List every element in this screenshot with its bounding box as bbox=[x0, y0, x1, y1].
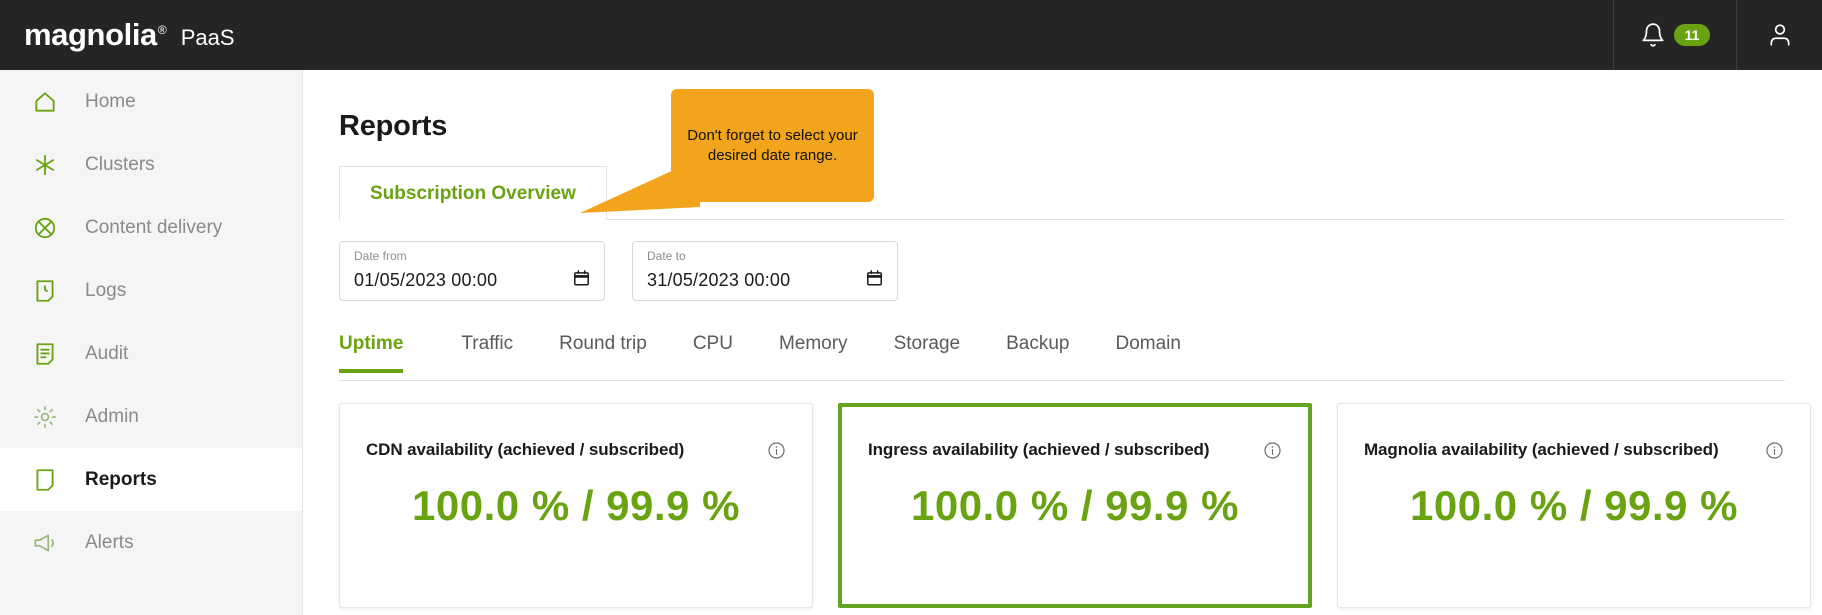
tab-memory[interactable]: Memory bbox=[756, 333, 871, 372]
calendar-icon[interactable] bbox=[865, 268, 884, 288]
sidebar-item-reports[interactable]: Reports bbox=[0, 448, 302, 511]
sidebar-item-label: Alerts bbox=[85, 531, 134, 553]
metric-card-cdn-availability: CDN availability (achieved / subscribed)… bbox=[339, 403, 813, 608]
card-value: 100.0 % / 99.9 % bbox=[911, 482, 1239, 529]
notification-count-badge: 11 bbox=[1673, 23, 1711, 47]
metric-tab-bar: Uptime Traffic Round trip CPU Memory Sto… bbox=[339, 333, 1785, 381]
card-title: Magnolia availability (achieved / subscr… bbox=[1364, 440, 1719, 459]
info-icon[interactable] bbox=[1263, 441, 1282, 460]
sidebar-item-label: Clusters bbox=[85, 153, 155, 175]
info-icon[interactable] bbox=[1765, 441, 1784, 460]
metric-card-magnolia-availability: Magnolia availability (achieved / subscr… bbox=[1337, 403, 1811, 608]
callout-text: Don't forget to select your desired date… bbox=[687, 127, 858, 164]
card-header: CDN availability (achieved / subscribed) bbox=[366, 440, 786, 460]
sidebar-item-admin[interactable]: Admin bbox=[0, 385, 302, 448]
notifications-button[interactable]: 11 bbox=[1613, 0, 1736, 70]
date-from-field[interactable]: Date from 01/05/2023 00:00 bbox=[339, 241, 605, 301]
date-to-field[interactable]: Date to 31/05/2023 00:00 bbox=[632, 241, 898, 301]
tab-round-trip[interactable]: Round trip bbox=[536, 333, 670, 372]
card-title: Ingress availability (achieved / subscri… bbox=[868, 440, 1210, 459]
tab-backup[interactable]: Backup bbox=[983, 333, 1092, 372]
brand-name: magnolia bbox=[24, 17, 157, 52]
sidebar-item-logs[interactable]: Logs bbox=[0, 259, 302, 322]
page-title: Reports bbox=[339, 110, 448, 142]
date-range-controls: Date from 01/05/2023 00:00 Date to 31/05… bbox=[339, 241, 1822, 301]
sidebar-item-home[interactable]: Home bbox=[0, 70, 302, 133]
megaphone-icon bbox=[34, 534, 55, 551]
brand-logo[interactable]: magnolia ® PaaS bbox=[0, 17, 235, 53]
tab-storage[interactable]: Storage bbox=[871, 333, 984, 372]
tab-uptime[interactable]: Uptime bbox=[339, 333, 426, 373]
tab-traffic[interactable]: Traffic bbox=[438, 333, 536, 372]
sidebar-item-label: Reports bbox=[85, 468, 157, 490]
card-value: 100.0 % / 99.9 % bbox=[1410, 482, 1738, 529]
sidebar-item-alerts[interactable]: Alerts bbox=[0, 511, 302, 574]
card-value: 100.0 % / 99.9 % bbox=[412, 482, 740, 529]
tab-cpu[interactable]: CPU bbox=[670, 333, 756, 372]
document-list-icon bbox=[36, 342, 54, 365]
tab-subscription-overview[interactable]: Subscription Overview bbox=[339, 166, 607, 220]
brand-product-label: PaaS bbox=[180, 25, 235, 50]
date-from-label: Date from bbox=[354, 249, 407, 263]
sidebar-item-clusters[interactable]: Clusters bbox=[0, 133, 302, 196]
date-to-value[interactable]: 31/05/2023 00:00 bbox=[647, 270, 885, 291]
callout-tooltip: Don't forget to select your desired date… bbox=[671, 89, 874, 202]
registered-trademark-icon: ® bbox=[157, 23, 167, 37]
top-bar-actions: 11 bbox=[1613, 0, 1822, 70]
card-title: CDN availability (achieved / subscribed) bbox=[366, 440, 685, 459]
info-icon[interactable] bbox=[767, 441, 786, 460]
sidebar-item-label: Content delivery bbox=[85, 216, 223, 238]
card-header: Magnolia availability (achieved / subscr… bbox=[1364, 440, 1784, 460]
account-button[interactable] bbox=[1736, 0, 1822, 70]
home-icon bbox=[35, 91, 55, 112]
globe-crossed-icon bbox=[34, 217, 56, 238]
date-from-value[interactable]: 01/05/2023 00:00 bbox=[354, 270, 592, 291]
top-app-bar: magnolia ® PaaS 11 bbox=[0, 0, 1822, 70]
sidebar-nav: Home Clusters Content delivery Logs Audi… bbox=[0, 70, 303, 615]
document-icon bbox=[36, 468, 54, 491]
card-header: Ingress availability (achieved / subscri… bbox=[868, 440, 1282, 460]
subscription-tab-bar: Subscription Overview bbox=[339, 166, 1822, 220]
metric-card-ingress-availability: Ingress availability (achieved / subscri… bbox=[838, 403, 1312, 608]
sidebar-item-label: Admin bbox=[85, 405, 139, 427]
sidebar-item-audit[interactable]: Audit bbox=[0, 322, 302, 385]
user-avatar-icon bbox=[1769, 24, 1790, 46]
document-clock-icon bbox=[36, 279, 54, 302]
tab-domain[interactable]: Domain bbox=[1092, 333, 1203, 372]
sidebar-item-label: Audit bbox=[85, 342, 129, 364]
gear-icon bbox=[34, 405, 56, 428]
sidebar-item-label: Home bbox=[85, 90, 136, 112]
date-to-label: Date to bbox=[647, 249, 686, 263]
calendar-icon[interactable] bbox=[572, 268, 591, 288]
metric-card-list: CDN availability (achieved / subscribed)… bbox=[339, 403, 1822, 608]
sidebar-item-label: Logs bbox=[85, 279, 127, 301]
sidebar-item-content-delivery[interactable]: Content delivery bbox=[0, 196, 302, 259]
bell-icon bbox=[1641, 23, 1664, 47]
main-content: Reports Subscription Overview Date from … bbox=[303, 70, 1822, 615]
asterisk-icon bbox=[35, 154, 55, 175]
